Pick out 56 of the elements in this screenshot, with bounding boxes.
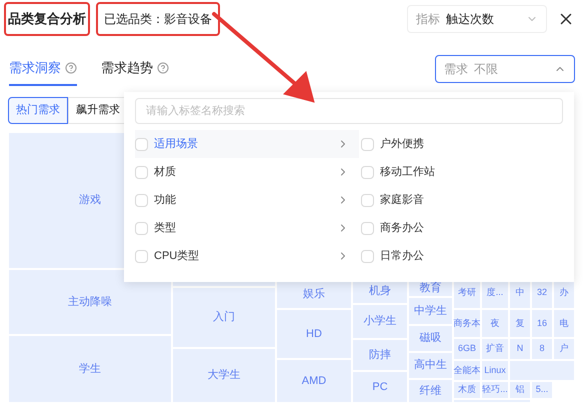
treemap-cell[interactable]: 大学生 (172, 348, 276, 403)
treemap-cell[interactable]: 高中生 (408, 352, 453, 379)
checkbox[interactable] (361, 194, 374, 206)
checkbox[interactable] (135, 138, 148, 150)
treemap-cell[interactable]: 6GB (453, 338, 481, 360)
treemap-cell[interactable]: 入门 (172, 287, 276, 348)
treemap-cell[interactable]: 防摔 (352, 339, 408, 371)
checkbox[interactable] (135, 166, 148, 178)
option-label[interactable]: 商务办公 (380, 220, 424, 236)
treemap-cell[interactable]: 木质 (453, 381, 481, 399)
treemap-cell[interactable]: 主动降噪 (8, 269, 172, 335)
treemap-cell[interactable]: 磁吸 (408, 325, 453, 352)
checkbox[interactable] (361, 166, 374, 178)
checkbox[interactable] (361, 250, 374, 262)
option-label[interactable]: 日常办公 (380, 248, 424, 264)
option-label[interactable]: 移动工作站 (380, 164, 435, 180)
treemap-cell[interactable]: 轻巧... (481, 381, 509, 399)
treemap-cell[interactable]: 小学生 (352, 304, 408, 339)
treemap-cell[interactable]: 户 (553, 338, 575, 360)
help-icon (65, 62, 77, 74)
treemap-cell[interactable]: 纤维 (408, 379, 453, 403)
treemap-cell[interactable]: 8 (531, 338, 553, 360)
treemap-cell[interactable]: 全能本 (453, 360, 481, 382)
treemap-cell[interactable]: N (509, 338, 531, 360)
treemap-cell[interactable]: 铝 (509, 381, 531, 399)
treemap-cell[interactable]: 中学生 (408, 297, 453, 325)
checkbox[interactable] (135, 222, 148, 234)
treemap-cell[interactable]: 5... (531, 381, 553, 399)
tab[interactable]: 需求趋势 (101, 52, 169, 86)
treemap-cell[interactable]: 16 (531, 309, 553, 338)
treemap-cell[interactable]: HD (276, 309, 352, 359)
demand-select[interactable]: 需求 不限 (435, 55, 575, 83)
metric-select[interactable]: 指标 触达次数 (407, 5, 547, 33)
treemap-cell[interactable]: PC (352, 371, 408, 403)
dialog-title: 品类复合分析 (8, 11, 86, 26)
treemap-cell[interactable]: 电 (553, 309, 575, 338)
tab[interactable]: 需求洞察 (9, 52, 77, 86)
treemap-cell[interactable]: 扩音 (481, 338, 509, 360)
category-item[interactable]: 适用场景 (135, 130, 359, 158)
checkbox[interactable] (135, 250, 148, 262)
treemap-cell[interactable]: 娱乐 (276, 279, 352, 309)
checkbox[interactable] (135, 194, 148, 206)
checkbox[interactable] (361, 138, 374, 150)
option-label[interactable]: 家庭影音 (380, 192, 424, 208)
treemap-cell[interactable]: 复 (509, 309, 531, 338)
treemap-cell[interactable]: Linux (481, 360, 509, 382)
selected-category: 已选品类：影音设备 (104, 12, 212, 26)
treemap-cell[interactable]: AMD (276, 359, 352, 403)
treemap-cell[interactable]: 学生 (8, 335, 172, 403)
option-label[interactable]: 户外便携 (380, 136, 424, 152)
segment-button[interactable]: 热门需求 (8, 97, 68, 124)
treemap-cell[interactable]: 夜 (481, 309, 509, 338)
checkbox[interactable] (361, 222, 374, 234)
search-field[interactable]: 请输入标签名称搜索 (135, 98, 563, 124)
treemap-cell[interactable]: 商务本 (453, 309, 481, 338)
help-icon (157, 62, 169, 74)
